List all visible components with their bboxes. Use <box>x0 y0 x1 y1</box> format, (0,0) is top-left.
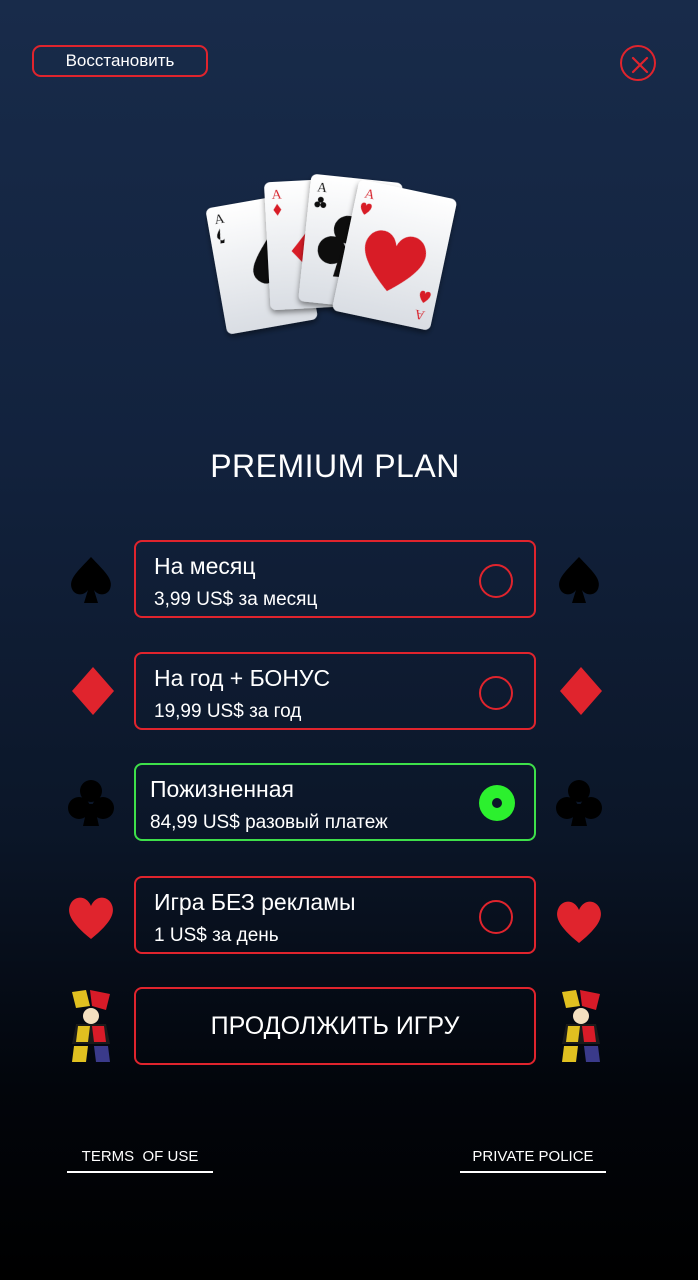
diamond-icon <box>560 667 602 715</box>
close-button[interactable] <box>620 45 656 81</box>
spade-icon <box>559 557 599 603</box>
heart-icon <box>69 897 113 939</box>
spade-icon <box>71 557 111 603</box>
plan-price: 19,99 US$ за год <box>154 701 302 722</box>
club-icon <box>556 780 602 826</box>
plan-option-monthly[interactable]: На месяц 3,99 US$ за месяц <box>134 540 536 618</box>
continue-game-button[interactable]: ПРОДОЛЖИТЬ ИГРУ <box>134 987 536 1065</box>
svg-text:A: A <box>271 187 283 203</box>
plan-name: На месяц <box>154 553 256 579</box>
plan-name: Пожизненная <box>150 776 294 802</box>
close-icon <box>631 56 649 74</box>
plan-price: 1 US$ за день <box>154 925 279 946</box>
radio-button[interactable] <box>479 900 513 934</box>
plan-price: 84,99 US$ разовый платеж <box>150 812 388 833</box>
plan-option-yearly[interactable]: На год + БОНУС 19,99 US$ за год <box>134 652 536 730</box>
plan-option-no-ads[interactable]: Игра БЕЗ рекламы 1 US$ за день <box>134 876 536 954</box>
terms-of-use-link[interactable]: TERMS OF USE <box>67 1148 213 1173</box>
plan-option-lifetime[interactable]: Пожизненная 84,99 US$ разовый платеж <box>134 763 536 841</box>
playing-cards-illustration: A A A A A <box>205 170 475 345</box>
restore-button[interactable]: Восстановить <box>32 45 208 77</box>
radio-button[interactable] <box>479 564 513 598</box>
joker-icon <box>562 990 600 1062</box>
radio-button-selected[interactable] <box>479 785 515 821</box>
heart-icon <box>557 901 601 943</box>
joker-icon <box>72 990 110 1062</box>
plan-name: Игра БЕЗ рекламы <box>154 889 356 915</box>
plan-price: 3,99 US$ за месяц <box>154 589 318 610</box>
privacy-policy-link[interactable]: PRIVATE POLICE <box>460 1148 606 1173</box>
page-title: PREMIUM PLAN <box>210 448 460 484</box>
club-icon <box>68 780 114 826</box>
diamond-icon <box>72 667 114 715</box>
plan-name: На год + БОНУС <box>154 665 331 691</box>
radio-button[interactable] <box>479 676 513 710</box>
